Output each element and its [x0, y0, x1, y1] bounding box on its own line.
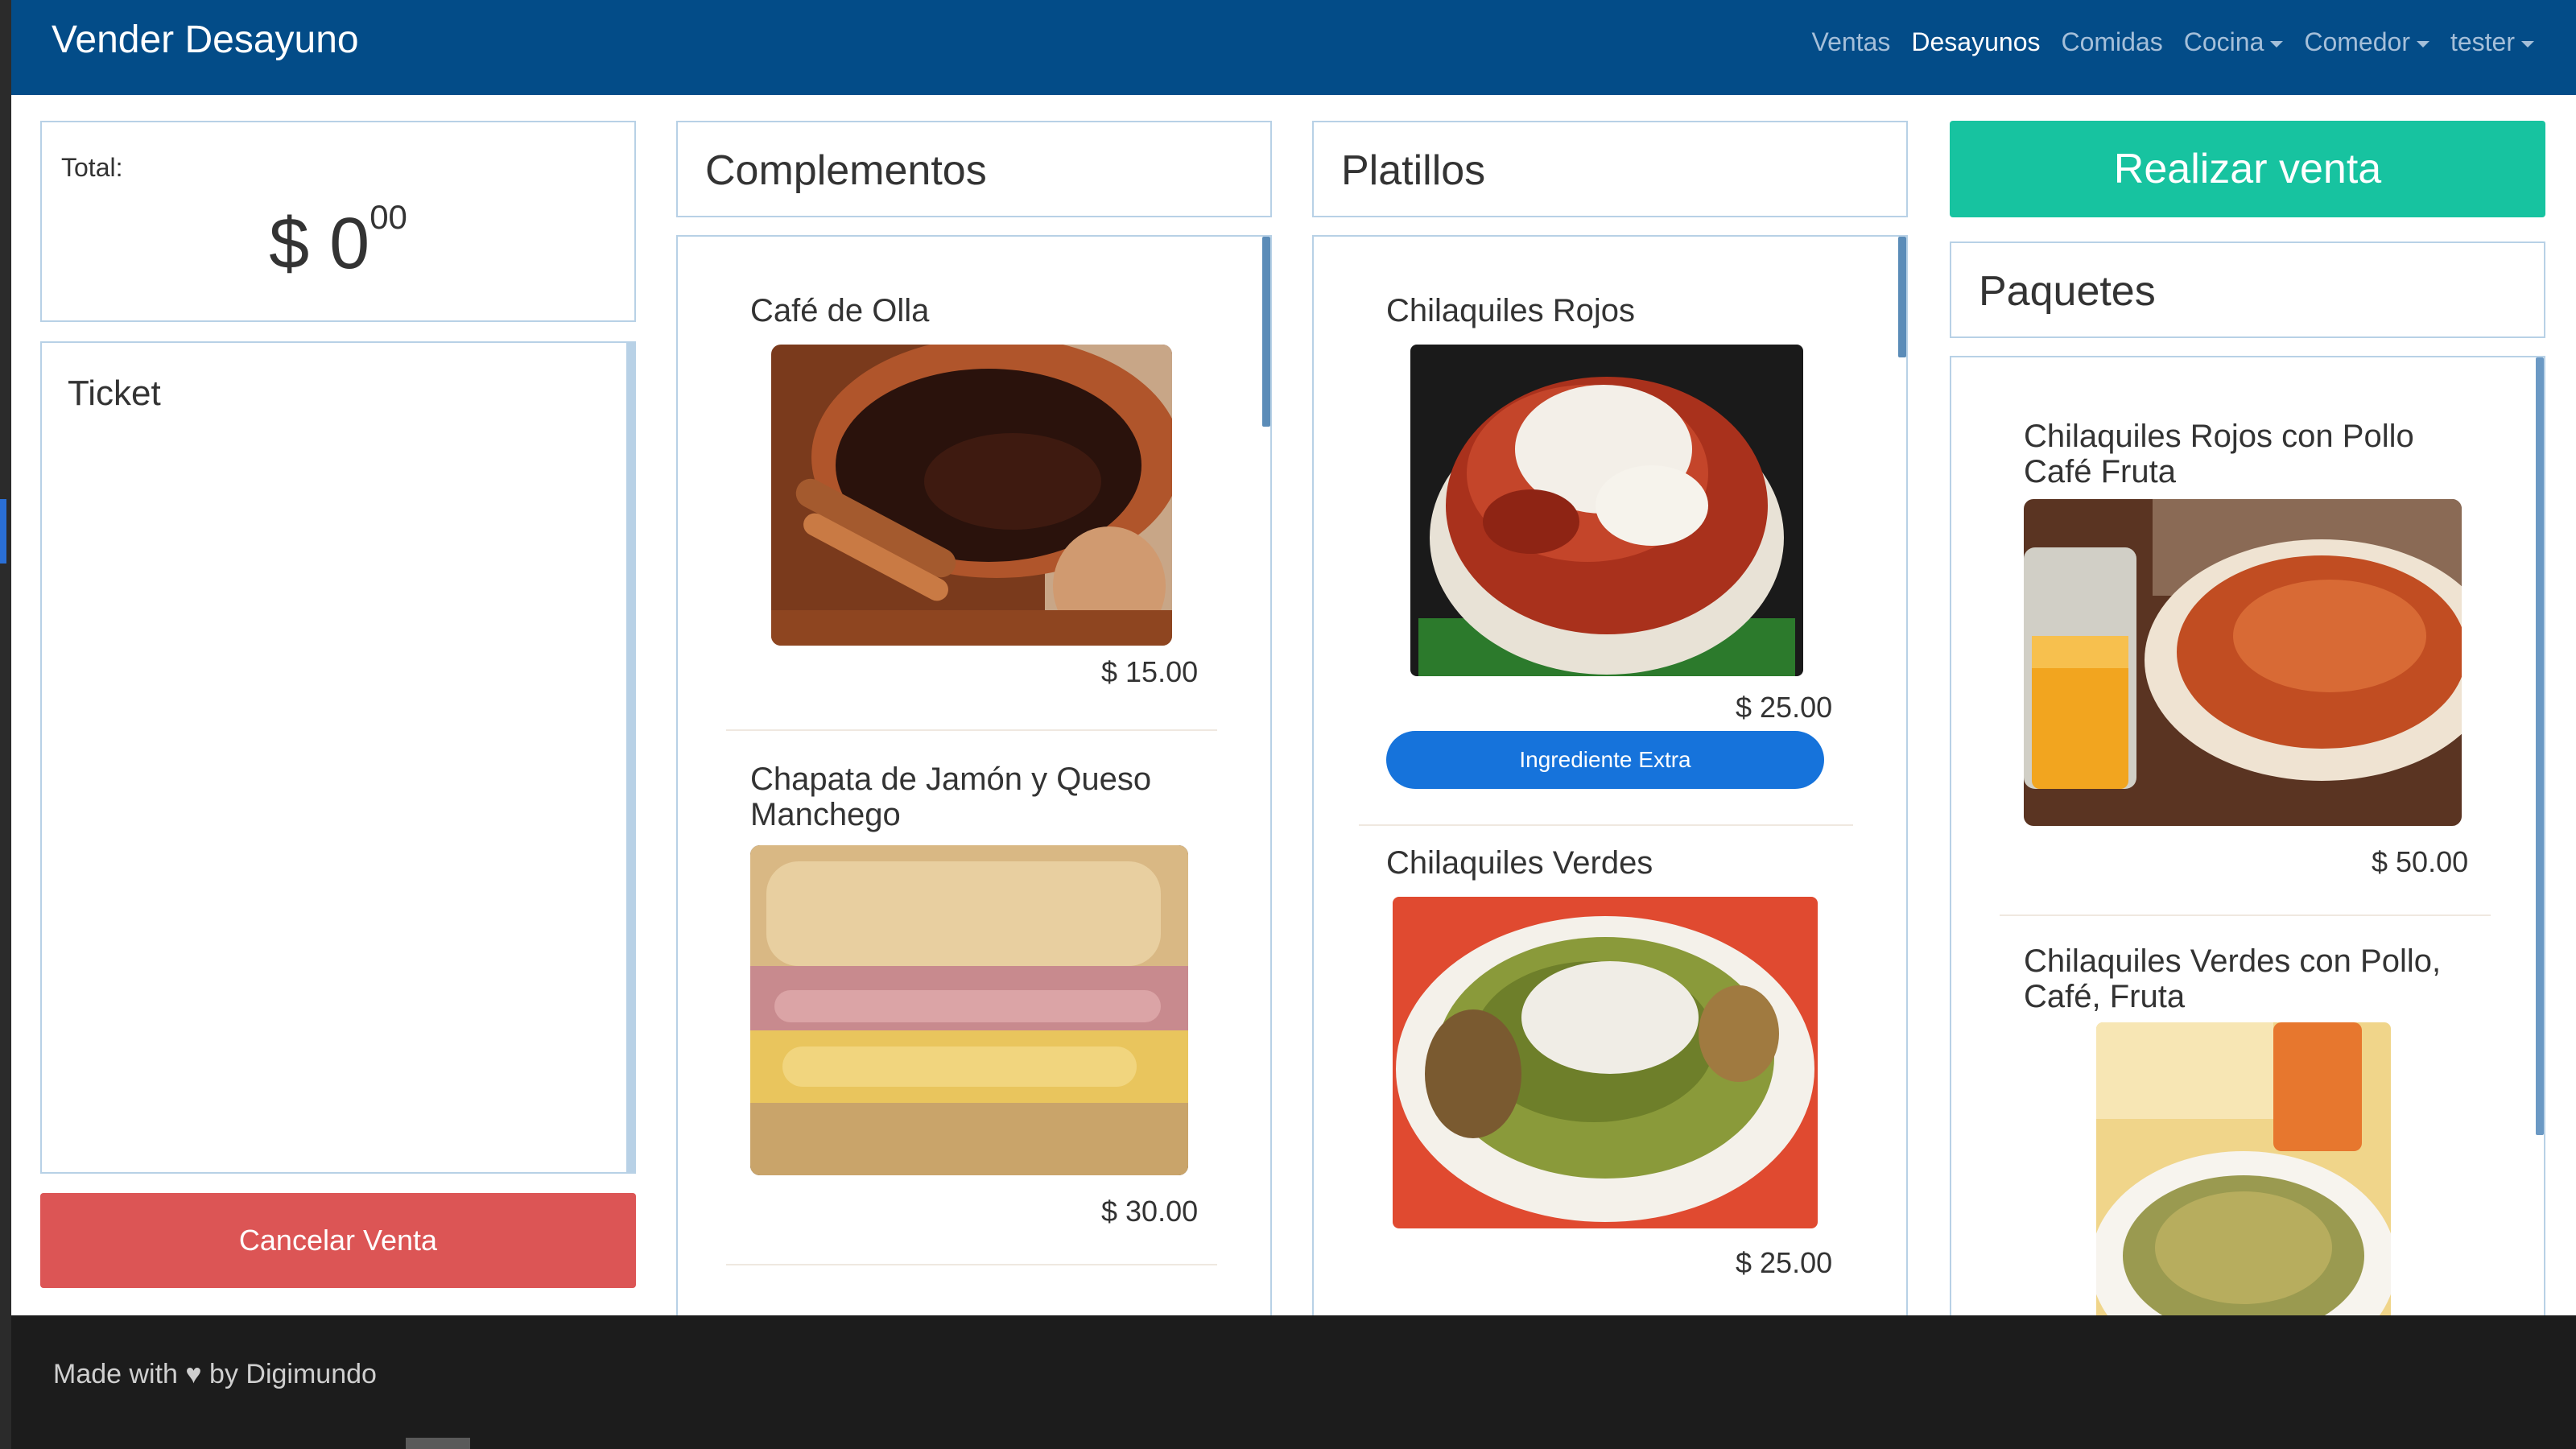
make-sale-button[interactable]: Realizar venta	[1950, 121, 2545, 217]
caret-down-icon	[2521, 40, 2534, 47]
product-name: Chilaquiles Rojos	[1386, 293, 1636, 328]
nav-item-user-label: tester	[2450, 27, 2515, 56]
taskbar-fragment	[406, 1438, 470, 1449]
chilaquiles-with-juice-photo[interactable]	[2024, 499, 2462, 826]
clay-mug-coffee-photo[interactable]	[771, 345, 1172, 646]
nav-menu: Ventas Desayunos Comidas Cocina Comedor …	[1812, 27, 2534, 57]
nav-item-comedor[interactable]: Comedor	[2304, 27, 2429, 57]
ham-cheese-sandwich-photo[interactable]	[750, 845, 1188, 1175]
caret-down-icon	[2416, 40, 2429, 47]
product-name: Chilaquiles Verdes	[1386, 845, 1653, 881]
caret-down-icon	[2270, 40, 2284, 47]
total-label: Total:	[61, 153, 123, 182]
paquetes-list: Chilaquiles Rojos con Pollo Café Fruta $…	[1950, 356, 2545, 1381]
complementos-header: Complementos	[676, 121, 1272, 217]
divider	[726, 729, 1217, 731]
paquetes-title: Paquetes	[1979, 268, 2156, 315]
window-edge	[0, 0, 11, 1449]
scroll-thumb[interactable]	[1898, 237, 1906, 357]
footer: Made with ♥ by Digimundo	[11, 1315, 2576, 1449]
product-price: $ 25.00	[1736, 691, 1833, 724]
complementos-scrollbar[interactable]	[1262, 237, 1270, 1380]
divider	[1359, 824, 1853, 826]
nav-item-desayunos[interactable]: Desayunos	[1911, 27, 2040, 57]
package-price: $ 50.00	[2372, 845, 2469, 878]
platillos-title: Platillos	[1341, 147, 1486, 194]
complementos-list: Café de Olla $ 15.00 Chapata de Jamón y	[676, 235, 1272, 1381]
paquetes-header: Paquetes	[1950, 242, 2545, 338]
product-price: $ 30.00	[1101, 1195, 1199, 1228]
complementos-title: Complementos	[705, 147, 987, 194]
page-title: Vender Desayuno	[52, 19, 359, 61]
total-cents: 00	[369, 198, 407, 236]
product-price: $ 25.00	[1736, 1246, 1833, 1279]
green-chilaquiles-photo[interactable]	[1393, 897, 1818, 1228]
platillos-scrollbar[interactable]	[1898, 237, 1906, 1380]
platillos-list: Chilaquiles Rojos $ 25.00 Ingrediente Ex…	[1312, 235, 1908, 1381]
ticket-title: Ticket	[68, 374, 161, 413]
edge-indicator	[0, 499, 6, 564]
ticket-panel: Ticket	[40, 341, 636, 1174]
paquetes-scrollbar[interactable]	[2536, 357, 2544, 1380]
ticket-scrollbar[interactable]	[626, 343, 634, 1172]
product-name: Café de Olla	[750, 293, 930, 328]
nav-item-user[interactable]: tester	[2450, 27, 2534, 57]
navbar: Vender Desayuno Ventas Desayunos Comidas…	[11, 0, 2576, 95]
product-price: $ 15.00	[1101, 655, 1199, 688]
product-name: Chapata de Jamón y Queso Manchego	[750, 762, 1152, 832]
total-panel: Total: $ 000	[40, 121, 636, 322]
scroll-thumb[interactable]	[1262, 237, 1270, 427]
scroll-thumb[interactable]	[2536, 357, 2544, 1135]
platillos-header: Platillos	[1312, 121, 1908, 217]
nav-item-ventas[interactable]: Ventas	[1812, 27, 1891, 57]
divider	[2000, 914, 2491, 916]
red-chilaquiles-photo[interactable]	[1410, 345, 1803, 676]
total-amount: $ 000	[42, 198, 634, 286]
package-name: Chilaquiles Verdes con Pollo, Café, Frut…	[2024, 943, 2442, 1014]
nav-item-comidas[interactable]: Comidas	[2061, 27, 2162, 57]
nav-item-comedor-label: Comedor	[2304, 27, 2410, 56]
nav-item-cocina-label: Cocina	[2183, 27, 2264, 56]
package-name: Chilaquiles Rojos con Pollo Café Fruta	[2024, 419, 2414, 489]
total-currency: $	[269, 204, 310, 284]
total-value: 0	[329, 204, 370, 284]
main-content: Total: $ 000 Ticket Cancelar Venta Compl…	[11, 95, 2576, 1381]
nav-item-cocina[interactable]: Cocina	[2184, 27, 2284, 57]
divider	[726, 1264, 1217, 1265]
cancel-sale-button[interactable]: Cancelar Venta	[40, 1193, 636, 1288]
extra-ingredient-button[interactable]: Ingrediente Extra	[1386, 731, 1824, 789]
footer-credit: Made with ♥ by Digimundo	[53, 1359, 377, 1389]
